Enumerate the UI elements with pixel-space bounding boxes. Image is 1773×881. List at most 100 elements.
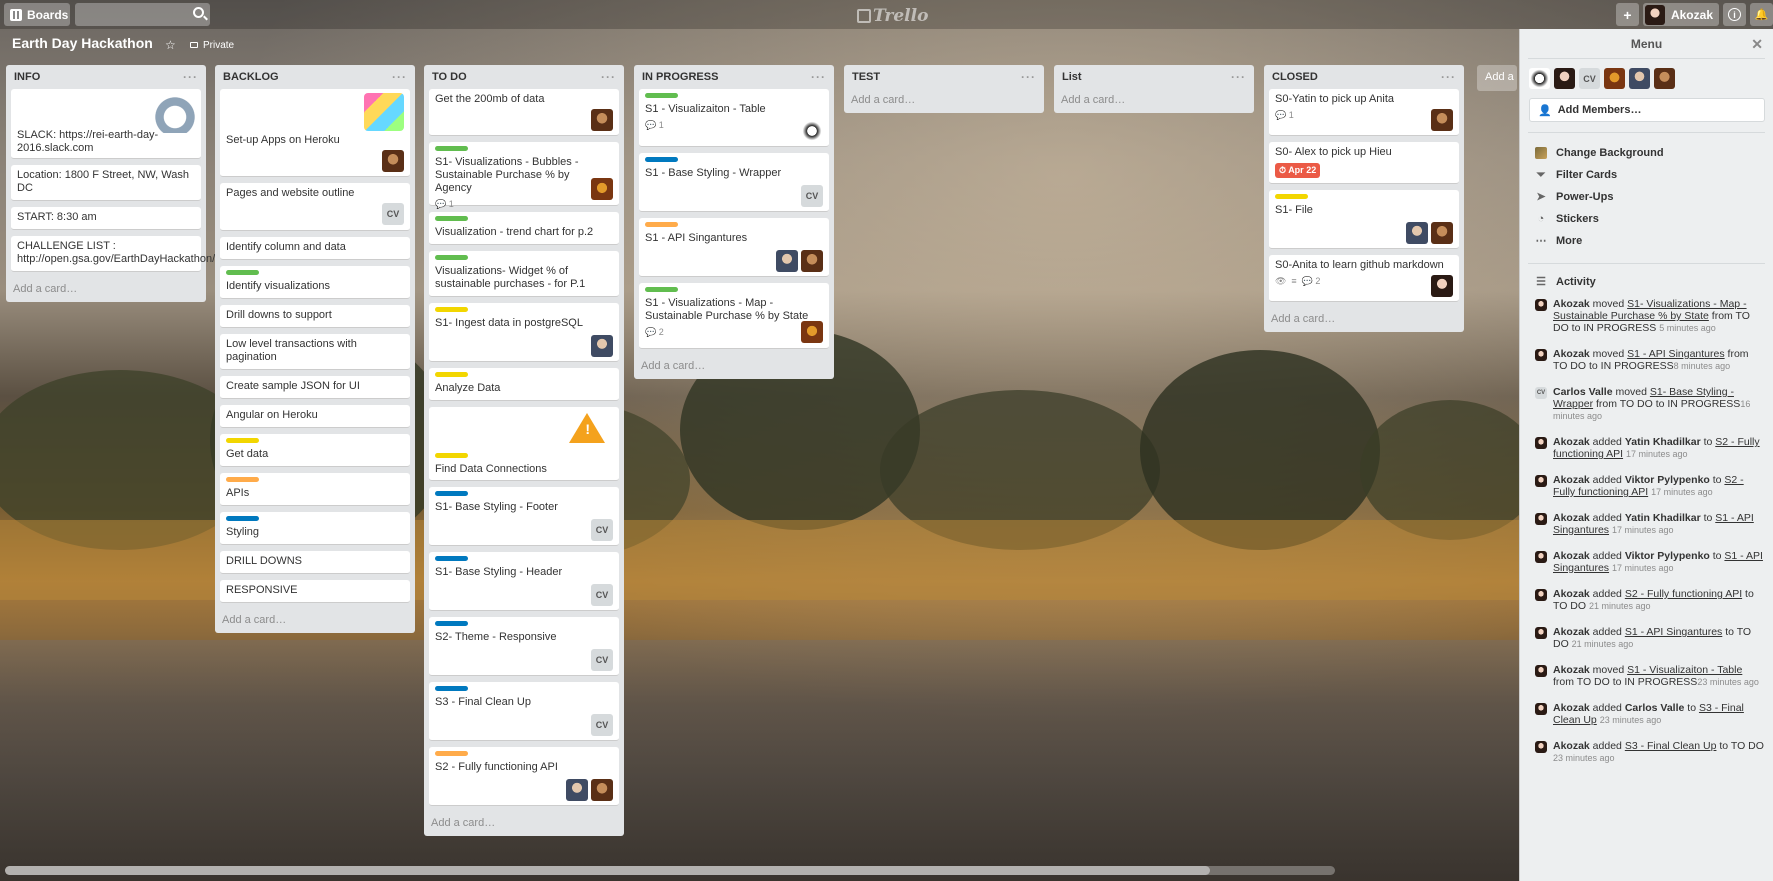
member-avatar[interactable]	[591, 335, 613, 357]
member-avatar[interactable]	[1535, 551, 1547, 563]
add-card-button[interactable]: Add a card…	[849, 89, 1039, 109]
list-menu-icon[interactable]: ···	[811, 70, 826, 84]
visibility-button[interactable]: Private	[190, 40, 234, 51]
list-title[interactable]: List	[1062, 71, 1082, 83]
activity-member[interactable]: Yatin Khadilkar	[1625, 512, 1701, 524]
activity-card-link[interactable]: S1 - API Singantures	[1625, 626, 1722, 638]
activity-user[interactable]: Akozak	[1553, 436, 1590, 448]
activity-member[interactable]: Carlos Valle	[1625, 702, 1685, 714]
card[interactable]: DRILL DOWNS	[220, 551, 410, 574]
horizontal-scrollbar[interactable]	[5, 866, 1335, 875]
activity-card-link[interactable]: S1 - API Singantures	[1627, 348, 1724, 360]
member-avatar[interactable]: CV	[1535, 387, 1547, 399]
card[interactable]: Set-up Apps on Heroku	[220, 89, 410, 177]
search-input[interactable]	[75, 3, 210, 26]
add-list-button[interactable]: Add a list…	[1477, 65, 1517, 91]
member-avatar[interactable]	[1535, 703, 1547, 715]
card[interactable]: S2- Theme - Responsive CV	[429, 617, 619, 676]
activity-user[interactable]: Akozak	[1553, 702, 1590, 714]
member-avatar[interactable]: CV	[382, 203, 404, 225]
card[interactable]: RESPONSIVE	[220, 580, 410, 603]
notifications-button[interactable]: 🔔	[1750, 3, 1773, 26]
member-avatar[interactable]	[1535, 475, 1547, 487]
card[interactable]: S1- Base Styling - Header CV	[429, 552, 619, 611]
card[interactable]: Get the 200mb of data	[429, 89, 619, 136]
member-avatar[interactable]	[382, 150, 404, 172]
card[interactable]: S1- File	[1269, 190, 1459, 249]
change-background-button[interactable]: Change Background	[1520, 143, 1773, 165]
list-title[interactable]: CLOSED	[1272, 71, 1318, 83]
activity-member[interactable]: Viktor Pylypenko	[1625, 550, 1710, 562]
member-avatar[interactable]	[801, 120, 823, 142]
activity-user[interactable]: Akozak	[1553, 588, 1590, 600]
list-title[interactable]: INFO	[14, 71, 40, 83]
filter-cards-button[interactable]: ⏷ Filter Cards	[1520, 165, 1773, 187]
list-menu-icon[interactable]: ···	[601, 70, 616, 84]
list-menu-icon[interactable]: ···	[392, 70, 407, 84]
card[interactable]: Location: 1800 F Street, NW, Wash DC	[11, 165, 201, 201]
member-avatar[interactable]: CV	[801, 185, 823, 207]
list-menu-icon[interactable]: ···	[1441, 70, 1456, 84]
member-avatar[interactable]	[566, 779, 588, 801]
board-title[interactable]: Earth Day Hackathon	[12, 35, 153, 51]
card[interactable]: S1- Visualizations - Bubbles - Sustainab…	[429, 142, 619, 209]
list-menu-icon[interactable]: ···	[183, 70, 198, 84]
member-avatar[interactable]	[1431, 275, 1453, 297]
activity-user[interactable]: Akozak	[1553, 740, 1590, 752]
activity-card-link[interactable]: S3 - Final Clean Up	[1625, 740, 1717, 752]
member-avatar[interactable]	[591, 178, 613, 200]
card[interactable]: S2 - Fully functioning API	[429, 747, 619, 806]
list-title[interactable]: TEST	[852, 71, 880, 83]
member-avatar[interactable]	[1629, 68, 1650, 89]
card[interactable]: ! Find Data Connections	[429, 407, 619, 481]
card[interactable]: Get data	[220, 434, 410, 467]
member-avatar[interactable]	[1535, 299, 1547, 311]
card[interactable]: S1- Ingest data in postgreSQL	[429, 303, 619, 362]
member-avatar[interactable]	[1535, 627, 1547, 639]
close-icon[interactable]: ✕	[1751, 36, 1763, 53]
member-avatar[interactable]	[591, 109, 613, 131]
member-avatar[interactable]	[1535, 665, 1547, 677]
list-title[interactable]: BACKLOG	[223, 71, 279, 83]
member-avatar[interactable]: CV	[591, 649, 613, 671]
member-avatar[interactable]	[776, 250, 798, 272]
card[interactable]: SLACK: https://rei-earth-day-2016.slack.…	[11, 89, 201, 159]
card[interactable]: Create sample JSON for UI	[220, 376, 410, 399]
search-icon[interactable]	[193, 7, 204, 18]
member-avatar[interactable]	[1554, 68, 1575, 89]
scrollbar-thumb[interactable]	[5, 866, 1210, 875]
member-avatar[interactable]	[1535, 349, 1547, 361]
card[interactable]: S1- Base Styling - Footer CV	[429, 487, 619, 546]
add-card-button[interactable]: Add a card…	[429, 812, 619, 832]
member-avatar[interactable]	[1529, 68, 1550, 89]
card[interactable]: S0- Alex to pick up Hieu ⏱ Apr 22	[1269, 142, 1459, 184]
star-icon[interactable]: ☆	[165, 38, 176, 52]
activity-user[interactable]: Akozak	[1553, 348, 1590, 360]
card[interactable]: Identify visualizations	[220, 266, 410, 299]
activity-card-link[interactable]: S1 - Visualizaiton - Table	[1627, 664, 1742, 676]
trello-logo[interactable]: Trello	[857, 6, 928, 26]
stickers-button[interactable]: ◔ Stickers	[1520, 209, 1773, 231]
member-avatar[interactable]: CV	[591, 714, 613, 736]
card[interactable]: CHALLENGE LIST : http://open.gsa.gov/Ear…	[11, 236, 215, 272]
card[interactable]: S1 - Visualizations - Map - Sustainable …	[639, 283, 829, 349]
card[interactable]: Analyze Data	[429, 368, 619, 401]
boards-button[interactable]: Boards	[4, 3, 70, 26]
member-avatar[interactable]	[1431, 222, 1453, 244]
member-avatar[interactable]	[1535, 741, 1547, 753]
due-date-badge[interactable]: ⏱ Apr 22	[1275, 163, 1321, 178]
add-card-button[interactable]: Add a card…	[1059, 89, 1249, 109]
activity-user[interactable]: Carlos Valle	[1553, 386, 1613, 398]
activity-user[interactable]: Akozak	[1553, 550, 1590, 562]
add-button[interactable]: +	[1615, 3, 1639, 26]
info-button[interactable]: i	[1723, 3, 1746, 26]
member-avatar[interactable]	[1431, 109, 1453, 131]
member-avatar[interactable]	[591, 779, 613, 801]
add-members-button[interactable]: 👤 Add Members…	[1529, 98, 1765, 122]
power-ups-button[interactable]: ➤ Power-Ups	[1520, 187, 1773, 209]
member-avatar[interactable]	[801, 321, 823, 343]
member-avatar[interactable]: CV	[591, 584, 613, 606]
add-card-button[interactable]: Add a card…	[1269, 308, 1459, 328]
card[interactable]: Low level transactions with pagination	[220, 334, 410, 370]
activity-member[interactable]: Yatin Khadilkar	[1625, 436, 1701, 448]
